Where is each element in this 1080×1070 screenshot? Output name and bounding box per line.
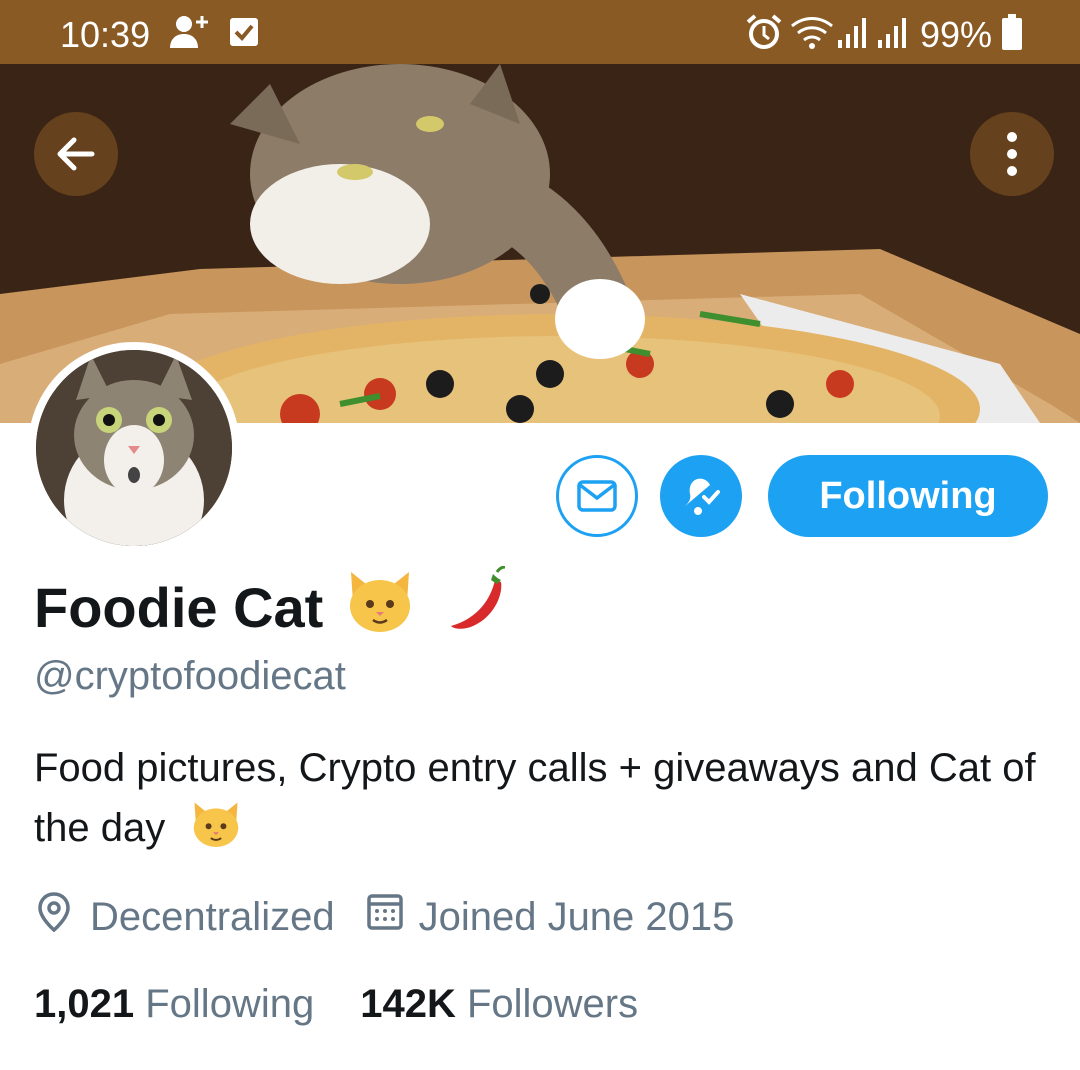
followers-label: Followers — [466, 982, 639, 1026]
battery-level: 99% — [920, 14, 993, 55]
checkbox-icon — [228, 16, 260, 53]
profile-name-row: Foodie Cat — [34, 565, 511, 649]
following-button[interactable]: Following — [768, 455, 1048, 537]
person-add-icon — [168, 12, 214, 57]
more-options-button[interactable] — [970, 112, 1054, 196]
profile-bio: Food pictures, Crypto entry calls + give… — [34, 738, 1054, 866]
battery-icon — [1000, 12, 1024, 57]
bell-check-icon — [684, 478, 720, 515]
wifi-icon — [790, 12, 834, 57]
profile-location: Decentralized — [90, 894, 335, 939]
notifications-button[interactable] — [660, 455, 742, 537]
chili-pepper-emoji-icon — [441, 565, 511, 649]
profile-joined-date: Joined June 2015 — [418, 894, 735, 939]
calendar-icon — [365, 890, 405, 944]
status-bar: 10:39 99% — [0, 0, 1080, 64]
mail-icon — [577, 480, 617, 512]
following-stat[interactable]: 1,021 Following — [34, 982, 314, 1027]
profile-avatar[interactable] — [28, 342, 240, 554]
profile-handle: @cryptofoodiecat — [34, 654, 346, 698]
avatar-image — [36, 350, 232, 546]
followers-stat[interactable]: 142K Followers — [360, 982, 638, 1027]
followers-count: 142K — [360, 982, 456, 1026]
alarm-icon — [744, 12, 784, 57]
cat-face-emoji-icon — [190, 799, 242, 866]
bio-text: Food pictures, Crypto entry calls + give… — [34, 746, 1036, 850]
following-count: 1,021 — [34, 982, 135, 1026]
more-vertical-icon — [1007, 132, 1017, 176]
following-label: Following — [145, 982, 315, 1026]
back-button[interactable] — [34, 112, 118, 196]
profile-meta: Decentralized Joined June 2015 — [34, 890, 734, 944]
arrow-left-icon — [57, 137, 95, 171]
profile-stats: 1,021 Following 142K Followers — [34, 982, 638, 1027]
location-pin-icon — [34, 890, 74, 944]
cat-face-emoji-icon — [345, 568, 415, 647]
profile-name: Foodie Cat — [34, 576, 324, 639]
message-button[interactable] — [556, 455, 638, 537]
signal-icon — [836, 12, 872, 57]
signal-icon — [876, 12, 912, 57]
status-time: 10:39 — [60, 14, 151, 55]
